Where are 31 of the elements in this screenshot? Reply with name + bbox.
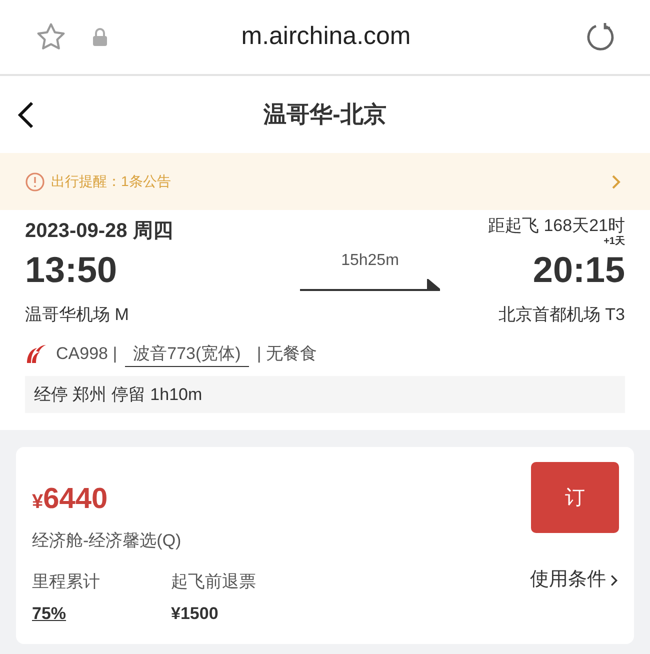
arrow-icon xyxy=(300,279,440,291)
countdown-text: 距起飞 168天21时 xyxy=(488,215,625,236)
chevron-icon xyxy=(611,174,621,190)
url-text[interactable]: m.airchina.com xyxy=(108,18,544,56)
duration-text: 15h25m xyxy=(341,251,399,271)
day-offset: +1天 xyxy=(604,236,625,247)
meal-text: | 无餐食 xyxy=(256,343,317,365)
miles-label: 里程累计 xyxy=(32,571,101,593)
notice-text: 出行提醒：1条公告 xyxy=(51,172,172,191)
stopover-bar: 经停 郑州 停留 1h10m xyxy=(25,376,625,413)
miles-value: 75% xyxy=(32,602,68,624)
reload-icon[interactable] xyxy=(584,21,616,53)
chevron-icon xyxy=(610,574,618,587)
departure-time: 13:50 xyxy=(25,248,118,292)
flight-number: CA998 | xyxy=(56,343,118,365)
airline-logo xyxy=(25,342,47,365)
arrival-airport: 北京首都机场 T3 xyxy=(498,304,625,326)
lock-icon xyxy=(92,28,108,46)
back-icon[interactable] xyxy=(17,100,35,130)
price-text: ¥6440 xyxy=(32,482,109,517)
page-title: 温哥华-北京 xyxy=(264,100,386,130)
aircraft-link[interactable]: 波音773(宽体) xyxy=(125,340,249,367)
book-button[interactable]: 订 xyxy=(531,462,619,533)
refund-label: 起飞前退票 xyxy=(171,571,257,593)
arrival-time: 20:15 xyxy=(532,248,625,292)
cabin-text: 经济舱-经济馨选(Q) xyxy=(32,530,182,552)
refund-value: ¥1500 xyxy=(171,602,220,624)
conditions-link[interactable]: 使用条件 xyxy=(530,566,618,594)
alert-icon xyxy=(25,172,45,192)
departure-airport: 温哥华机场 M xyxy=(25,304,129,326)
flight-date: 2023-09-28 周四 xyxy=(25,219,173,244)
